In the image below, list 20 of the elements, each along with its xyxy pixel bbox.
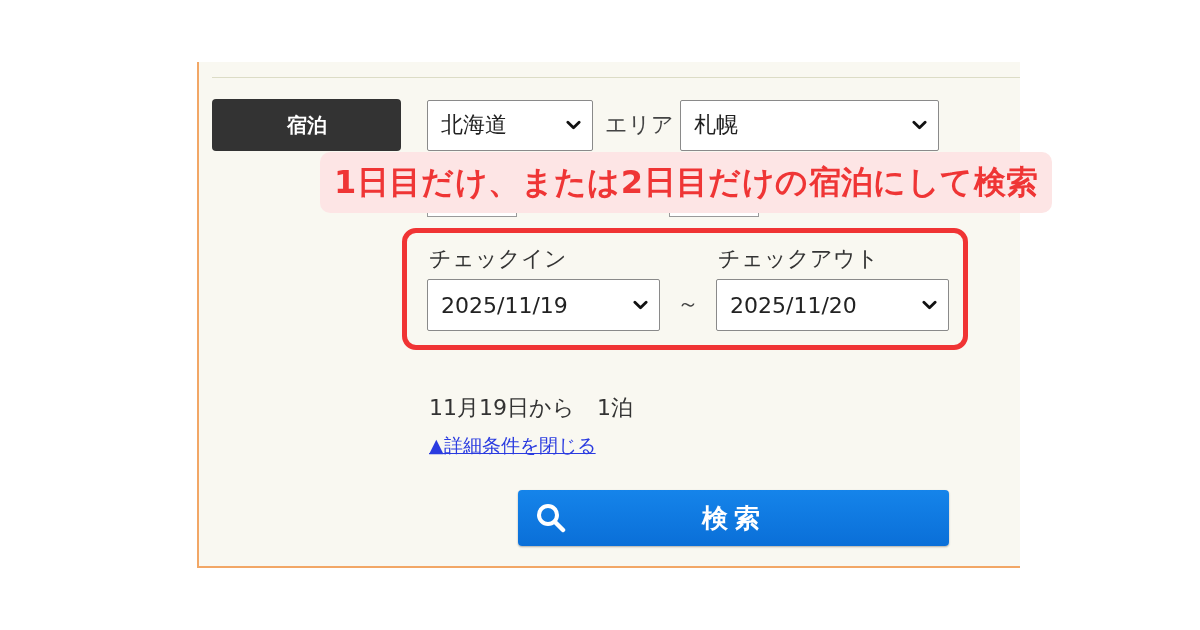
search-button[interactable]: 検索 <box>518 490 949 546</box>
area-select[interactable]: 札幌 <box>680 99 939 151</box>
select-field[interactable] <box>427 213 517 217</box>
select-field[interactable] <box>669 213 759 217</box>
stay-summary: 11月19日から 1泊 <box>429 395 633 421</box>
checkout-label: チェックアウト <box>717 246 879 272</box>
chevron-down-icon <box>922 300 937 310</box>
checkout-select[interactable]: 2025/11/20 <box>716 279 949 331</box>
details-toggle-link[interactable]: ▲詳細条件を閉じる <box>429 434 596 457</box>
search-icon <box>536 503 566 533</box>
chevron-down-icon <box>633 300 648 310</box>
chevron-down-icon <box>912 120 927 130</box>
callout-banner: 1日目だけ、または2日目だけの宿泊にして検索 <box>320 152 1053 213</box>
checkin-label: チェックイン <box>428 246 567 272</box>
area-label: エリア <box>605 111 674 139</box>
category-label: 宿泊 <box>212 99 401 151</box>
checkin-select[interactable]: 2025/11/19 <box>427 279 660 331</box>
prefecture-select[interactable]: 北海道 <box>427 99 593 151</box>
chevron-down-icon <box>566 120 581 130</box>
range-separator: ～ <box>676 290 700 318</box>
